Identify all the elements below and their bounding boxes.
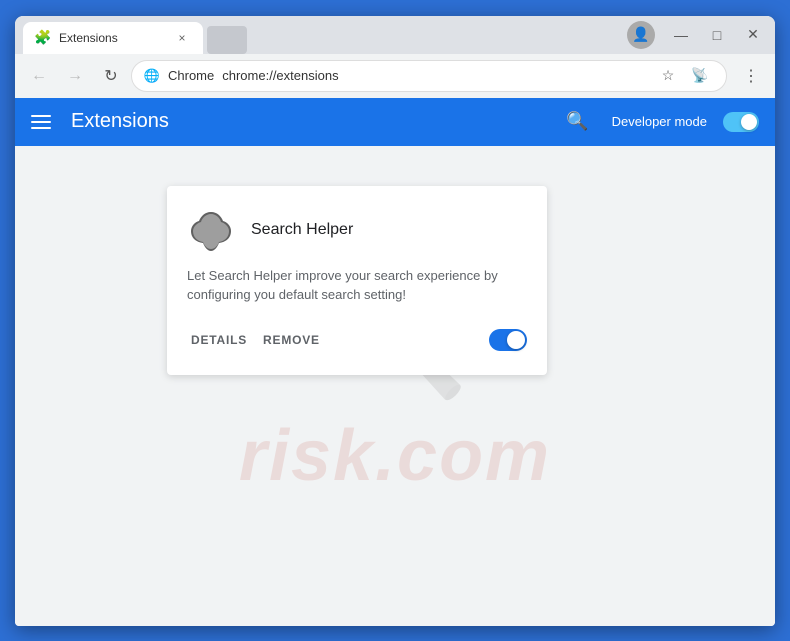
refresh-button[interactable]: ↻: [95, 60, 127, 92]
watermark-text: risk.com: [239, 415, 551, 497]
extension-card: Search Helper Let Search Helper improve …: [167, 186, 547, 375]
hamburger-line-3: [31, 127, 51, 129]
extension-toggle[interactable]: [489, 329, 527, 351]
back-button[interactable]: ←: [23, 60, 55, 92]
refresh-icon: ↻: [104, 66, 117, 86]
minimize-button[interactable]: —: [667, 21, 695, 49]
search-button[interactable]: 🔍: [560, 104, 596, 140]
extensions-content: 🔍 risk.com Search Helper Let Search Help…: [15, 146, 775, 626]
profile-button[interactable]: 👤: [627, 21, 655, 49]
back-icon: ←: [31, 67, 47, 85]
tab-strip: 🧩 Extensions ×: [23, 16, 627, 54]
forward-icon: →: [67, 67, 83, 85]
hamburger-line-2: [31, 121, 51, 123]
address-actions: ☆ 📡: [654, 62, 714, 90]
extension-card-header: Search Helper: [187, 206, 527, 254]
search-icon: 🔍: [566, 111, 588, 132]
page-title: Extensions: [71, 110, 544, 133]
developer-mode-label: Developer mode: [612, 114, 707, 129]
cast-button[interactable]: 📡: [686, 62, 714, 90]
extension-card-footer: DETAILS REMOVE: [187, 325, 527, 355]
extension-description: Let Search Helper improve your search ex…: [187, 266, 527, 305]
navigation-bar: ← → ↻ 🌐 Chrome chrome://extensions ☆ 📡 ⋮: [15, 54, 775, 98]
title-bar: 🧩 Extensions × 👤 — □ ✕: [15, 16, 775, 54]
browser-window: 🧩 Extensions × 👤 — □ ✕ ← → ↻ 🌐 Chrome: [15, 16, 775, 626]
extension-toggle-knob: [507, 331, 525, 349]
toggle-knob: [741, 114, 757, 130]
address-url: chrome://extensions: [222, 68, 646, 83]
extensions-header: Extensions 🔍 Developer mode: [15, 98, 775, 146]
window-controls: — □ ✕: [667, 21, 767, 49]
security-icon: 🌐: [144, 68, 160, 84]
nav-extra-buttons: ⋮: [735, 60, 767, 92]
developer-mode-toggle[interactable]: [723, 112, 759, 132]
menu-button[interactable]: ⋮: [735, 60, 767, 92]
chrome-label: Chrome: [168, 68, 214, 83]
forward-button[interactable]: →: [59, 60, 91, 92]
new-tab-placeholder[interactable]: [207, 26, 247, 54]
profile-icon: 👤: [632, 26, 649, 43]
close-button[interactable]: ✕: [739, 21, 767, 49]
hamburger-line-1: [31, 115, 51, 117]
tab-close-button[interactable]: ×: [173, 29, 191, 47]
maximize-button[interactable]: □: [703, 21, 731, 49]
extension-name: Search Helper: [251, 221, 353, 239]
extension-icon: [187, 206, 235, 254]
remove-button[interactable]: REMOVE: [259, 325, 324, 355]
address-bar[interactable]: 🌐 Chrome chrome://extensions ☆ 📡: [131, 60, 727, 92]
details-button[interactable]: DETAILS: [187, 325, 251, 355]
tab-title: Extensions: [59, 31, 165, 45]
hamburger-menu-button[interactable]: [31, 110, 55, 134]
bookmark-button[interactable]: ☆: [654, 62, 682, 90]
tab-favicon: 🧩: [35, 30, 51, 46]
active-tab[interactable]: 🧩 Extensions ×: [23, 22, 203, 54]
